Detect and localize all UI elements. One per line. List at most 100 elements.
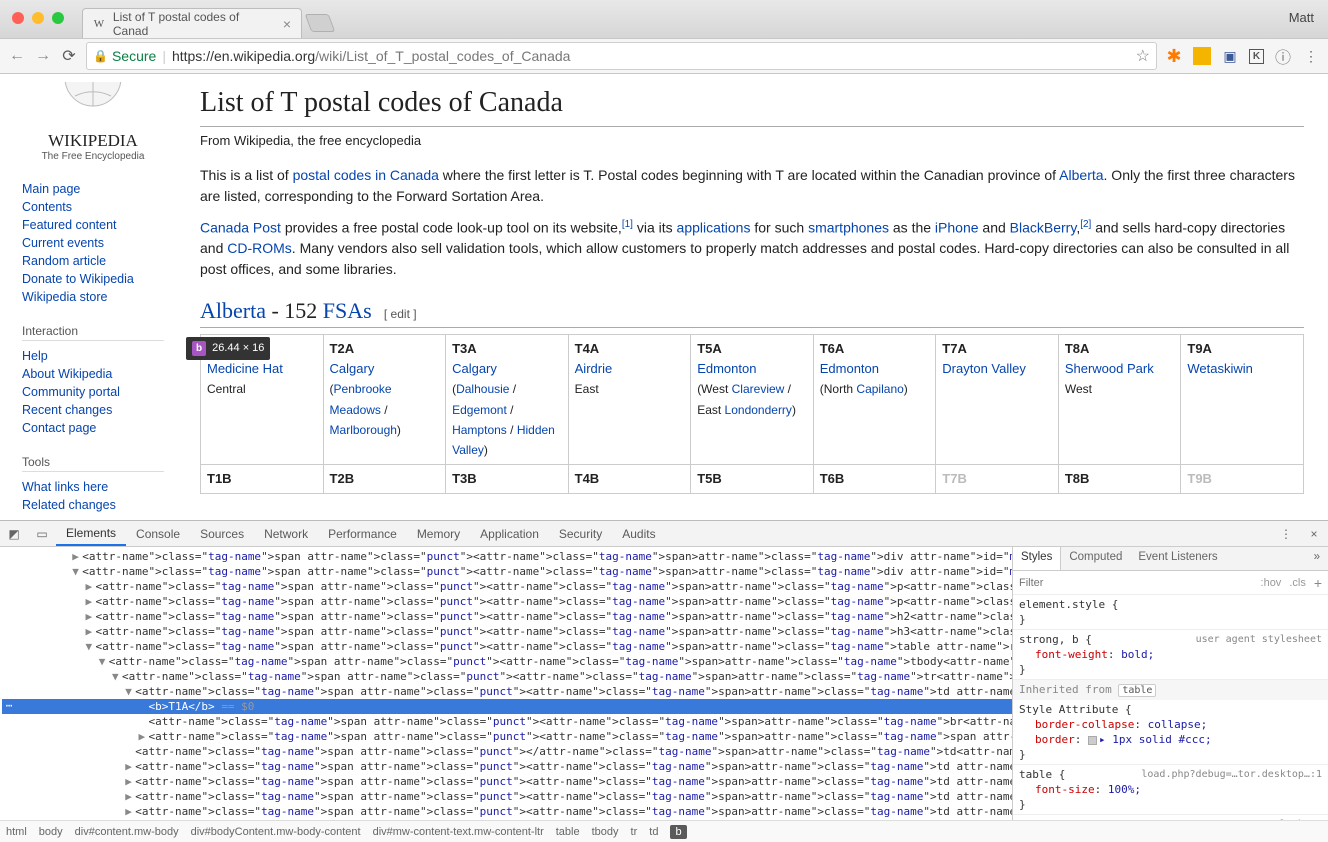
sidebar-link[interactable]: Contents bbox=[22, 198, 164, 216]
extension-icon[interactable]: K bbox=[1249, 49, 1264, 64]
profile-name[interactable]: Matt bbox=[1289, 10, 1314, 25]
dom-tree-line[interactable]: ▼<attr-name">class="tag-name">span attr-… bbox=[2, 669, 1012, 684]
extension-icon[interactable] bbox=[1193, 47, 1211, 65]
link[interactable]: Alberta bbox=[200, 298, 266, 323]
sidebar-link[interactable]: Contact page bbox=[22, 419, 164, 437]
inspect-element-icon[interactable]: ◩ bbox=[0, 521, 28, 546]
link[interactable]: Penbrooke Meadows bbox=[330, 382, 392, 416]
dom-tree-line[interactable]: ▼<attr-name">class="tag-name">span attr-… bbox=[2, 684, 1012, 699]
devtools-tab[interactable]: Elements bbox=[56, 521, 126, 546]
crumb[interactable]: table bbox=[556, 826, 580, 838]
link[interactable]: Dalhousie bbox=[456, 382, 509, 396]
sidebar-link[interactable]: Featured content bbox=[22, 216, 164, 234]
link[interactable]: Capilano bbox=[856, 382, 903, 396]
dom-tree-line[interactable]: ▶<attr-name">class="tag-name">span attr-… bbox=[2, 804, 1012, 819]
link[interactable]: Edgemont bbox=[452, 403, 507, 417]
sidebar-link[interactable]: About Wikipedia bbox=[22, 365, 164, 383]
extension-icon[interactable]: ▣ bbox=[1221, 47, 1239, 65]
devtools-tab[interactable]: Sources bbox=[190, 521, 254, 546]
devtools-close-icon[interactable]: × bbox=[1300, 521, 1328, 546]
device-toggle-icon[interactable]: ▭ bbox=[28, 521, 56, 546]
devtools-tab[interactable]: Network bbox=[254, 521, 318, 546]
crumb[interactable]: html bbox=[6, 826, 27, 838]
link[interactable]: Clareview bbox=[732, 382, 785, 396]
extension-icon[interactable]: ⓘ bbox=[1274, 47, 1292, 65]
css-rule[interactable]: user agent stylesheetstrong, b {font-wei… bbox=[1013, 630, 1328, 680]
sidebar-link[interactable]: What links here bbox=[22, 478, 164, 496]
css-rule[interactable]: load.php?debug=…tor.desktop…:1table {fon… bbox=[1013, 765, 1328, 815]
menu-icon[interactable]: ⋮ bbox=[1302, 47, 1320, 65]
sidebar-link[interactable]: Donate to Wikipedia bbox=[22, 270, 164, 288]
fsa-city-link[interactable]: Drayton Valley bbox=[942, 361, 1026, 376]
sidebar-link[interactable]: Current events bbox=[22, 234, 164, 252]
hov-toggle[interactable]: :hov bbox=[1261, 577, 1282, 589]
fsa-city-link[interactable]: Sherwood Park bbox=[1065, 361, 1154, 376]
dom-tree-line[interactable]: ▶<attr-name">class="tag-name">span attr-… bbox=[2, 624, 1012, 639]
link[interactable]: Canada Post bbox=[200, 219, 281, 235]
close-tab-icon[interactable]: × bbox=[283, 16, 291, 32]
fsa-city-link[interactable]: Medicine Hat bbox=[207, 361, 283, 376]
breadcrumb[interactable]: htmlbodydiv#content.mw-bodydiv#bodyConte… bbox=[0, 820, 1328, 842]
dom-tree-line[interactable]: ▶<attr-name">class="tag-name">span attr-… bbox=[2, 579, 1012, 594]
sidebar-link[interactable]: Main page bbox=[22, 180, 164, 198]
dom-tree-line[interactable]: <attr-name">class="tag-name">span attr-n… bbox=[2, 714, 1012, 729]
crumb[interactable]: b bbox=[670, 825, 686, 839]
elements-tree[interactable]: ▶<attr-name">class="tag-name">span attr-… bbox=[0, 547, 1012, 820]
fsa-city-link[interactable]: Airdrie bbox=[575, 361, 613, 376]
more-icon[interactable]: » bbox=[1306, 547, 1328, 570]
fsa-city-link[interactable]: Wetaskiwin bbox=[1187, 361, 1253, 376]
fsa-city-link[interactable]: Calgary bbox=[330, 361, 375, 376]
dom-tree-line[interactable]: ▶<attr-name">class="tag-name">span attr-… bbox=[2, 609, 1012, 624]
link[interactable]: postal codes in Canada bbox=[293, 167, 439, 183]
sidebar-link[interactable]: Help bbox=[22, 347, 164, 365]
styles-filter-input[interactable] bbox=[1019, 577, 1253, 589]
styles-subtab[interactable]: Styles bbox=[1013, 547, 1061, 570]
add-rule-icon[interactable]: + bbox=[1314, 575, 1322, 591]
bookmark-star-icon[interactable]: ☆ bbox=[1136, 46, 1150, 66]
devtools-tab[interactable]: Console bbox=[126, 521, 190, 546]
dom-tree-line[interactable]: ▶<attr-name">class="tag-name">span attr-… bbox=[2, 549, 1012, 564]
dom-tree-line[interactable]: ▼<attr-name">class="tag-name">span attr-… bbox=[2, 654, 1012, 669]
sidebar-link[interactable]: Related changes bbox=[22, 496, 164, 514]
link[interactable]: FSAs bbox=[323, 298, 372, 323]
dom-tree-line[interactable]: ▼<attr-name">class="tag-name">span attr-… bbox=[2, 564, 1012, 579]
sidebar-link[interactable]: Random article bbox=[22, 252, 164, 270]
crumb[interactable]: tr bbox=[631, 826, 638, 838]
new-tab-button[interactable] bbox=[305, 14, 336, 32]
devtools-tab[interactable]: Performance bbox=[318, 521, 407, 546]
css-rule[interactable]: Style Attribute {border-collapse: collap… bbox=[1013, 700, 1328, 765]
devtools-tab[interactable]: Security bbox=[549, 521, 612, 546]
devtools-tab[interactable]: Audits bbox=[612, 521, 665, 546]
crumb[interactable]: tbody bbox=[592, 826, 619, 838]
link[interactable]: applications bbox=[677, 219, 751, 235]
wikipedia-logo[interactable]: WIKIPEDIA The Free Encyclopedia bbox=[22, 82, 164, 162]
link[interactable]: smartphones bbox=[808, 219, 889, 235]
devtools-tab[interactable]: Application bbox=[470, 521, 549, 546]
reload-button[interactable]: ⟳ bbox=[60, 47, 78, 65]
crumb[interactable]: div#content.mw-body bbox=[75, 826, 179, 838]
back-button[interactable]: ← bbox=[8, 47, 26, 65]
link[interactable]: iPhone bbox=[935, 219, 979, 235]
extension-icon[interactable]: ✱ bbox=[1165, 47, 1183, 65]
ref-link[interactable]: [1] bbox=[622, 219, 633, 230]
minimize-window-button[interactable] bbox=[32, 12, 44, 24]
dom-tree-line[interactable]: ▼<attr-name">class="tag-name">span attr-… bbox=[2, 639, 1012, 654]
cls-toggle[interactable]: .cls bbox=[1289, 577, 1306, 589]
dom-tree-line[interactable]: ▶<attr-name">class="tag-name">span attr-… bbox=[2, 759, 1012, 774]
sidebar-link[interactable]: Community portal bbox=[22, 383, 164, 401]
dom-tree-line[interactable]: ▶<attr-name">class="tag-name">span attr-… bbox=[2, 594, 1012, 609]
crumb[interactable]: div#mw-content-text.mw-content-ltr bbox=[373, 826, 544, 838]
address-bar[interactable]: 🔒 Secure | https://en.wikipedia.org/wiki… bbox=[86, 42, 1157, 70]
forward-button[interactable]: → bbox=[34, 47, 52, 65]
crumb[interactable]: div#bodyContent.mw-body-content bbox=[191, 826, 361, 838]
link[interactable]: Alberta bbox=[1059, 167, 1103, 183]
dom-tree-line[interactable]: ▶<attr-name">class="tag-name">span attr-… bbox=[2, 729, 1012, 744]
fsa-city-link[interactable]: Edmonton bbox=[697, 361, 756, 376]
link[interactable]: CD-ROMs bbox=[227, 240, 292, 256]
link[interactable]: Marlborough bbox=[330, 423, 397, 437]
ref-link[interactable]: [2] bbox=[1080, 219, 1091, 230]
browser-tab[interactable]: W List of T postal codes of Canad × bbox=[82, 8, 302, 38]
dom-tree-line[interactable]: ▶<attr-name">class="tag-name">span attr-… bbox=[2, 789, 1012, 804]
dom-tree-line[interactable]: ▶<attr-name">class="tag-name">span attr-… bbox=[2, 774, 1012, 789]
dom-tree-line[interactable]: <attr-name">class="tag-name">span attr-n… bbox=[2, 744, 1012, 759]
